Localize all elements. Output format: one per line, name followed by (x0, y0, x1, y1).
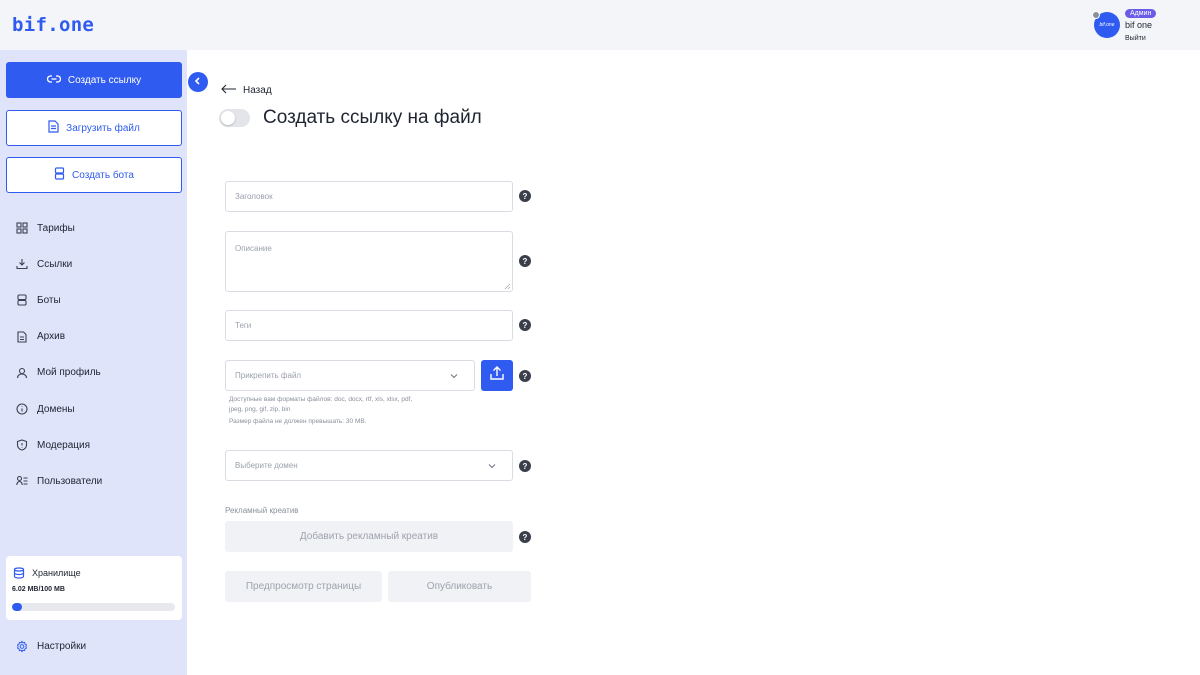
size-hint: Размер файла не должен превышать: 30 MB. (229, 418, 367, 425)
tags-placeholder: Теги (235, 321, 252, 330)
domain-help-icon[interactable]: ? (519, 460, 531, 472)
tags-help-icon[interactable]: ? (519, 319, 531, 331)
sidebar-item-label: Домены (37, 403, 75, 415)
sidebar-item-label: Пользователи (37, 475, 103, 487)
arrow-left-icon (221, 84, 237, 97)
create-link-label: Создать ссылку (67, 74, 142, 86)
shield-icon (16, 439, 28, 451)
publish-button[interactable]: Опубликовать (388, 571, 531, 602)
domain-select[interactable]: Выберите домен (225, 450, 513, 481)
storage-progress-bar (12, 603, 175, 611)
create-bot-label: Создать бота (72, 169, 134, 181)
sidebar-nav: Тарифы Ссылки Боты Архив Мой профиль Дом… (16, 210, 181, 500)
attach-placeholder: Прикрепить файл (235, 371, 302, 380)
creative-help-icon[interactable]: ? (519, 531, 531, 543)
logo[interactable]: bif.one (12, 14, 94, 36)
sidebar-item-archive[interactable]: Архив (16, 319, 181, 355)
user-menu[interactable]: bif.one Админ bif one Выйти (1092, 8, 1164, 44)
attach-help-icon[interactable]: ? (519, 370, 531, 382)
upload-button[interactable] (481, 360, 513, 391)
help-symbol: ? (522, 461, 528, 471)
chevron-down-icon (488, 461, 496, 470)
help-symbol: ? (522, 371, 528, 381)
description-textarea[interactable]: Описание (225, 231, 513, 292)
user-icon (16, 367, 28, 379)
mode-toggle[interactable] (219, 109, 250, 127)
top-header: bif.one bif.one Админ bif one Выйти (0, 0, 1200, 50)
back-link[interactable]: Назад (221, 84, 272, 97)
document-icon (16, 331, 28, 343)
database-icon (13, 566, 25, 584)
sidebar-item-label: Модерация (37, 439, 91, 451)
sidebar-item-label: Тарифы (37, 222, 75, 234)
preview-label: Предпросмотр страницы (245, 581, 362, 592)
document-icon (48, 120, 59, 136)
upload-file-label: Загрузить файл (66, 122, 140, 134)
add-creative-button[interactable]: Добавить рекламный креатив (225, 521, 513, 552)
sidebar: Создать ссылку Загрузить файл Создать бо… (0, 50, 187, 675)
chevron-down-icon (450, 371, 458, 380)
help-symbol: ? (522, 320, 528, 330)
settings-label: Настройки (37, 640, 87, 652)
sidebar-item-label: Боты (37, 294, 61, 306)
storage-card: Хранилище 6.02 MB/100 MB (6, 556, 182, 620)
sidebar-item-tariffs[interactable]: Тарифы (16, 210, 181, 246)
upload-icon (489, 365, 505, 386)
help-symbol: ? (522, 256, 528, 266)
tags-input[interactable]: Теги (225, 310, 513, 341)
users-list-icon (16, 475, 28, 487)
sidebar-item-moderation[interactable]: Модерация (16, 427, 181, 463)
sidebar-item-bots[interactable]: Боты (16, 282, 181, 318)
title-help-icon[interactable]: ? (519, 190, 531, 202)
sidebar-item-label: Архив (37, 331, 66, 343)
bot-icon (16, 294, 28, 307)
formats-hint-line: Доступные вам форматы файлов: doc, docx,… (229, 396, 413, 403)
settings-link[interactable]: Настройки (16, 640, 86, 652)
formats-hint-line: jpeg, png, gif, zip, bin (229, 406, 291, 413)
sidebar-item-links[interactable]: Ссылки (16, 246, 181, 282)
title-input[interactable]: Заголовок (225, 181, 513, 212)
avatar-text: bif.one (1099, 22, 1115, 28)
help-symbol: ? (522, 532, 528, 542)
page-title: Создать ссылку на файл (263, 107, 482, 128)
preview-button[interactable]: Предпросмотр страницы (225, 571, 382, 602)
create-bot-button[interactable]: Создать бота (6, 157, 182, 193)
add-creative-label: Добавить рекламный креатив (299, 531, 439, 542)
sidebar-item-profile[interactable]: Мой профиль (16, 355, 181, 391)
toggle-knob (221, 111, 235, 125)
back-label: Назад (243, 85, 272, 96)
upload-file-button[interactable]: Загрузить файл (6, 110, 182, 146)
gear-icon (16, 640, 28, 652)
logout-link[interactable]: Выйти (1125, 35, 1146, 42)
chevron-left-icon (194, 76, 202, 88)
creative-label: Рекламный креатив (225, 506, 299, 515)
storage-value: 6.02 MB/100 MB (12, 586, 65, 593)
role-badge: Админ (1125, 9, 1157, 18)
create-link-button[interactable]: Создать ссылку (6, 62, 182, 98)
sidebar-item-label: Мой профиль (37, 367, 101, 379)
help-symbol: ? (522, 191, 528, 201)
avatar-status-icon (1092, 11, 1100, 19)
info-icon (16, 403, 28, 415)
collapse-sidebar-button[interactable] (188, 72, 208, 92)
bot-icon (54, 167, 65, 183)
user-name: bif one (1125, 20, 1153, 30)
grid-icon (16, 222, 28, 234)
description-placeholder: Описание (235, 244, 272, 253)
link-icon (46, 74, 61, 87)
domain-placeholder: Выберите домен (235, 461, 298, 470)
storage-progress-fill (12, 603, 22, 611)
sidebar-item-users[interactable]: Пользователи (16, 463, 181, 499)
description-help-icon[interactable]: ? (519, 255, 531, 267)
link-download-icon (16, 258, 28, 270)
sidebar-item-domains[interactable]: Домены (16, 391, 181, 427)
resize-handle-icon[interactable] (504, 283, 510, 289)
sidebar-item-label: Ссылки (37, 258, 73, 270)
publish-label: Опубликовать (426, 581, 493, 592)
storage-title: Хранилище (32, 568, 81, 578)
title-placeholder: Заголовок (235, 192, 273, 201)
attach-file-select[interactable]: Прикрепить файл (225, 360, 475, 391)
